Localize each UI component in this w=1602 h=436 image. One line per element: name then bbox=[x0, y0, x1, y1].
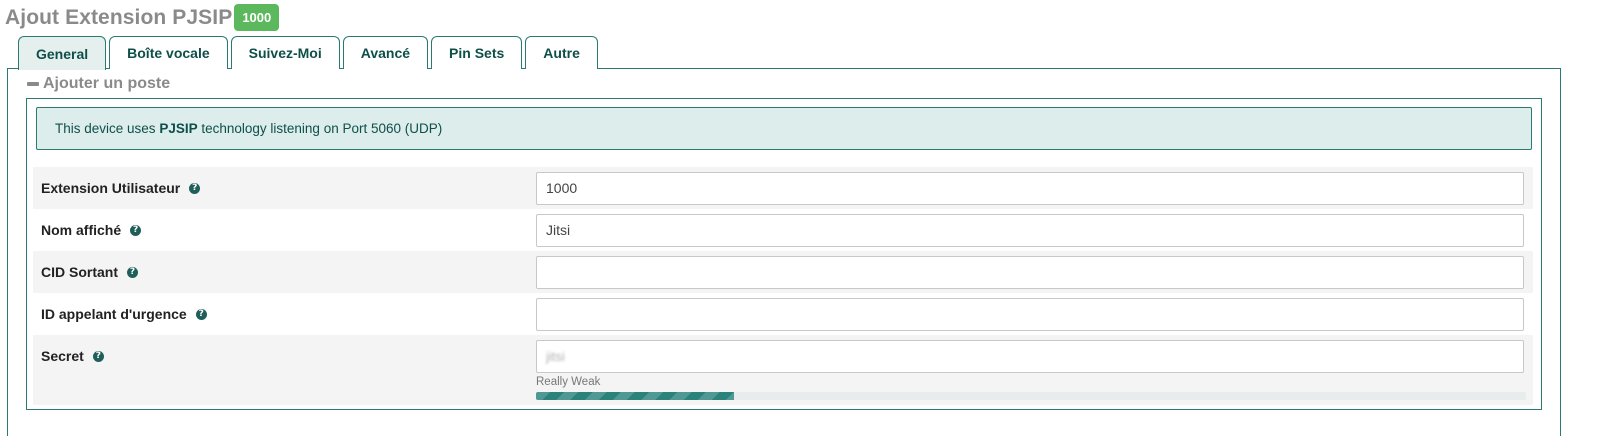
page: Ajout Extension PJSIP 1000 General Boîte… bbox=[0, 0, 1602, 436]
field-input-cell bbox=[536, 209, 1533, 251]
outbound-cid-input[interactable] bbox=[536, 255, 1524, 289]
field-input-cell: jitsi bbox=[536, 335, 1533, 377]
extension-badge: 1000 bbox=[234, 4, 280, 31]
form-row-emergency-cid: ID appelant d'urgence ? bbox=[33, 293, 1533, 335]
question-circle-icon[interactable]: ? bbox=[127, 266, 138, 278]
tab-autre[interactable]: Autre bbox=[525, 36, 598, 69]
add-extension-fieldset: This device uses PJSIP technology listen… bbox=[26, 98, 1542, 410]
field-label-cell: CID Sortant ? bbox=[33, 251, 536, 293]
page-title: Ajout Extension PJSIP bbox=[5, 5, 233, 29]
extension-input[interactable] bbox=[536, 171, 1524, 205]
display-name-input[interactable] bbox=[536, 213, 1524, 247]
display-name-label: Nom affiché bbox=[41, 222, 122, 238]
tab-suivez-moi[interactable]: Suivez-Moi bbox=[230, 36, 340, 69]
password-strength-bar bbox=[536, 392, 1526, 400]
field-input-cell bbox=[536, 167, 1533, 209]
page-header: Ajout Extension PJSIP 1000 bbox=[5, 4, 280, 31]
question-circle-icon[interactable]: ? bbox=[195, 308, 207, 320]
field-label-cell: Secret ? bbox=[33, 335, 536, 377]
password-strength-label: Really Weak bbox=[536, 376, 601, 388]
field-label-cell: ID appelant d'urgence ? bbox=[33, 293, 536, 335]
form-row-outbound-cid: CID Sortant ? bbox=[33, 251, 1533, 293]
tab-general[interactable]: General bbox=[18, 36, 107, 70]
alert-technology: PJSIP bbox=[159, 121, 198, 136]
secret-value: jitsi bbox=[546, 348, 565, 364]
tab-panel-general: Ajouter un poste This device uses PJSIP … bbox=[7, 68, 1561, 436]
technology-info-alert: This device uses PJSIP technology listen… bbox=[36, 107, 1532, 150]
secret-input[interactable]: jitsi bbox=[536, 339, 1524, 373]
form-row-display-name: Nom affiché ? bbox=[33, 209, 1533, 251]
section-toggle[interactable]: Ajouter un poste bbox=[27, 75, 170, 93]
minus-icon bbox=[27, 82, 39, 86]
outbound-cid-label: CID Sortant bbox=[41, 264, 118, 280]
alert-suffix: technology listening on Port 5060 (UDP) bbox=[201, 121, 443, 136]
alert-prefix: This device uses bbox=[55, 121, 156, 136]
question-circle-icon[interactable]: ? bbox=[189, 182, 201, 194]
tab-boite-vocale[interactable]: Boîte vocale bbox=[109, 36, 228, 69]
tab-pin-sets[interactable]: Pin Sets bbox=[431, 36, 523, 69]
question-circle-icon[interactable]: ? bbox=[130, 224, 142, 236]
field-label-cell: Nom affiché ? bbox=[33, 209, 536, 251]
extension-label: Extension Utilisateur bbox=[41, 180, 181, 196]
password-strength-fill bbox=[536, 392, 734, 400]
tab-bar: General Boîte vocale Suivez-Moi Avancé P… bbox=[18, 36, 598, 70]
field-input-cell bbox=[536, 293, 1533, 335]
secret-label: Secret bbox=[41, 348, 84, 364]
field-input-cell bbox=[536, 251, 1533, 293]
section-title: Ajouter un poste bbox=[43, 75, 171, 92]
question-circle-icon[interactable]: ? bbox=[92, 350, 104, 362]
emergency-cid-label: ID appelant d'urgence bbox=[41, 306, 187, 322]
emergency-cid-input[interactable] bbox=[536, 297, 1524, 331]
tab-avance[interactable]: Avancé bbox=[342, 36, 429, 69]
form-row-extension: Extension Utilisateur ? bbox=[33, 167, 1533, 209]
field-label-cell: Extension Utilisateur ? bbox=[33, 167, 536, 209]
